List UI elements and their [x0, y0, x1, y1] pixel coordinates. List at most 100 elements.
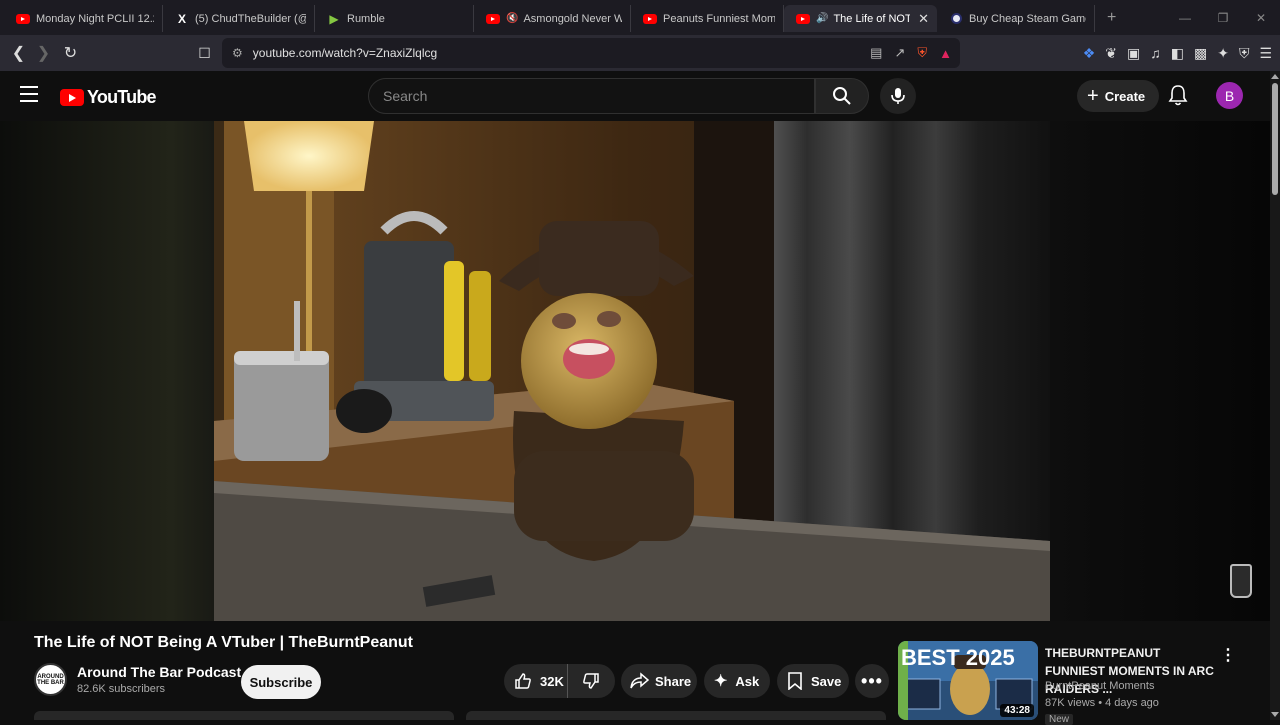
dislike-button[interactable]	[568, 672, 614, 690]
youtube-logo[interactable]: YouTube	[60, 87, 157, 108]
scrollbar-thumb[interactable]	[1272, 83, 1278, 195]
account-avatar[interactable]: B	[1216, 82, 1243, 109]
youtube-play-icon	[60, 89, 84, 106]
plus-icon: +	[1087, 84, 1099, 107]
guide-menu-icon[interactable]	[20, 86, 38, 102]
brave-rewards-icon[interactable]: ▲	[939, 46, 952, 61]
browser-tab[interactable]: ▶ Rumble	[315, 5, 474, 32]
music-icon[interactable]: ♫	[1150, 45, 1161, 61]
audio-playing-icon[interactable]: 🔊	[816, 13, 828, 24]
browser-tab-label: Rumble	[347, 12, 385, 25]
close-window-icon[interactable]: ✕	[1242, 11, 1280, 25]
youtube-wordmark: YouTube	[87, 87, 157, 107]
minimize-icon[interactable]: —	[1166, 11, 1204, 25]
channel-meta: Around The Bar Podcast 82.6K subscribers	[77, 664, 241, 695]
channel-watermark-icon[interactable]	[1230, 564, 1252, 598]
channel-name[interactable]: Around The Bar Podcast	[77, 664, 241, 680]
ask-label: Ask	[735, 673, 760, 689]
search-button[interactable]	[815, 78, 869, 114]
search-box	[368, 78, 815, 114]
create-button[interactable]: + Create	[1077, 80, 1160, 112]
browser-tab-label: Asmongold Never We	[523, 12, 622, 25]
video-frame[interactable]	[214, 121, 1050, 621]
url-text: youtube.com/watch?v=ZnaxiZlqlcg	[252, 46, 438, 60]
voice-search-button[interactable]	[880, 78, 916, 114]
notifications-button[interactable]	[1168, 84, 1188, 111]
browser-tab[interactable]: 🔊 The Life of NOT Be ✕	[784, 5, 937, 32]
video-player[interactable]	[0, 121, 1270, 621]
microphone-icon	[891, 88, 905, 104]
browser-tab-label: Peanuts Funniest Moment	[663, 12, 775, 25]
browser-tab[interactable]: Peanuts Funniest Moment	[631, 5, 784, 32]
sidebar-icon[interactable]: ◧	[1171, 45, 1184, 62]
save-label: Save	[811, 673, 842, 689]
leo-ai-icon[interactable]: ✦	[1217, 45, 1229, 62]
share-button[interactable]: Share	[621, 664, 697, 698]
bookmark-icon[interactable]: ☐	[192, 45, 217, 62]
ask-button[interactable]: ✦ Ask	[704, 664, 770, 698]
new-tab-button[interactable]: +	[1107, 9, 1116, 27]
youtube-icon	[643, 13, 657, 24]
browser-tab-label: The Life of NOT Be	[833, 12, 911, 25]
like-count: 32K	[540, 673, 564, 689]
close-tab-icon[interactable]: ✕	[918, 11, 929, 27]
browser-tab-label: (5) ChudTheBuilder (@Chu	[195, 12, 306, 25]
x-icon: X	[177, 11, 186, 26]
browser-tab-strip: Monday Night PCLII 12.29 X (5) ChudTheBuil…	[0, 0, 1280, 35]
puzzle-icon[interactable]: ❦	[1105, 45, 1117, 62]
thumbs-up-icon	[515, 673, 531, 689]
sidebar-panel-icon[interactable]: ▣	[1127, 45, 1140, 62]
bell-icon	[1168, 85, 1188, 106]
brave-shields-icon[interactable]: ⛨	[917, 45, 927, 61]
youtube-icon	[16, 13, 30, 24]
share-icon	[630, 672, 649, 689]
subscriber-count: 82.6K subscribers	[77, 683, 166, 695]
chips-edge	[466, 711, 886, 720]
more-vert-icon[interactable]: ⋮	[1220, 645, 1236, 665]
more-actions-button[interactable]: •••	[855, 664, 889, 698]
address-bar[interactable]: ⚙ youtube.com/watch?v=ZnaxiZlqlcg ▤ ↗ ⛨ …	[222, 38, 960, 68]
scroll-down-icon[interactable]	[1271, 712, 1279, 717]
scroll-up-icon[interactable]	[1271, 74, 1279, 79]
muted-audio-icon[interactable]: 🔇	[506, 13, 518, 24]
browser-menu-icon[interactable]: ☰	[1259, 45, 1272, 62]
maximize-icon[interactable]: ❐	[1204, 11, 1242, 25]
browser-tab[interactable]: Monday Night PCLII 12.29	[4, 5, 163, 32]
recommended-channel[interactable]: BurntPeanut Moments	[1045, 680, 1154, 692]
vpn-icon[interactable]: ⛨	[1239, 45, 1250, 62]
forward-icon[interactable]: ❯	[31, 43, 56, 63]
channel-avatar[interactable]: AROUND THE BAR	[34, 663, 67, 696]
youtube-icon	[486, 13, 500, 24]
youtube-header: YouTube + Create B	[0, 71, 1270, 121]
reload-icon[interactable]: ↻	[58, 43, 83, 63]
browser-tab[interactable]: 🔇 Asmongold Never We	[474, 5, 631, 32]
recommended-video[interactable]: BEST 2025 43:28 THEBURNTPEANUT FUNNIEST …	[898, 641, 1270, 725]
thumbnail-text: BEST 2025	[901, 645, 1015, 670]
save-button[interactable]: Save	[777, 664, 849, 698]
save-bookmark-icon	[788, 672, 802, 690]
recommended-thumbnail[interactable]: BEST 2025 43:28	[898, 641, 1038, 720]
tab-list: Monday Night PCLII 12.29 X (5) ChudTheBuil…	[0, 0, 1095, 35]
share-page-icon[interactable]: ↗	[894, 45, 905, 61]
back-icon[interactable]: ❮	[6, 43, 31, 63]
youtube-icon	[796, 13, 810, 24]
player-letterbox-left	[0, 121, 214, 621]
share-label: Share	[655, 673, 692, 689]
more-horizontal-icon: •••	[861, 670, 883, 691]
browser-tab[interactable]: Buy Cheap Steam Games |	[937, 5, 1095, 32]
extension-icon[interactable]: ❖	[1083, 45, 1096, 62]
like-dislike-group: 32K	[504, 664, 615, 698]
cast-icon[interactable]: ▤	[870, 45, 882, 61]
description-box-edge	[34, 711, 454, 720]
browser-tab[interactable]: X (5) ChudTheBuilder (@Chu	[163, 5, 315, 32]
extensions-area: ❖ ❦ ▣ ♫ ◧ ▩ ✦ ⛨ ☰	[1083, 35, 1272, 71]
subscribe-button[interactable]: Subscribe	[241, 665, 321, 699]
sparkle-icon: ✦	[714, 673, 728, 690]
search-icon	[833, 87, 851, 105]
search-input[interactable]	[383, 88, 814, 104]
rumble-icon: ▶	[329, 11, 339, 26]
wallet-icon[interactable]: ▩	[1194, 45, 1207, 62]
like-button[interactable]: 32K	[504, 664, 568, 698]
site-info-icon[interactable]: ⚙	[232, 46, 243, 60]
page-scrollbar[interactable]	[1270, 71, 1280, 720]
